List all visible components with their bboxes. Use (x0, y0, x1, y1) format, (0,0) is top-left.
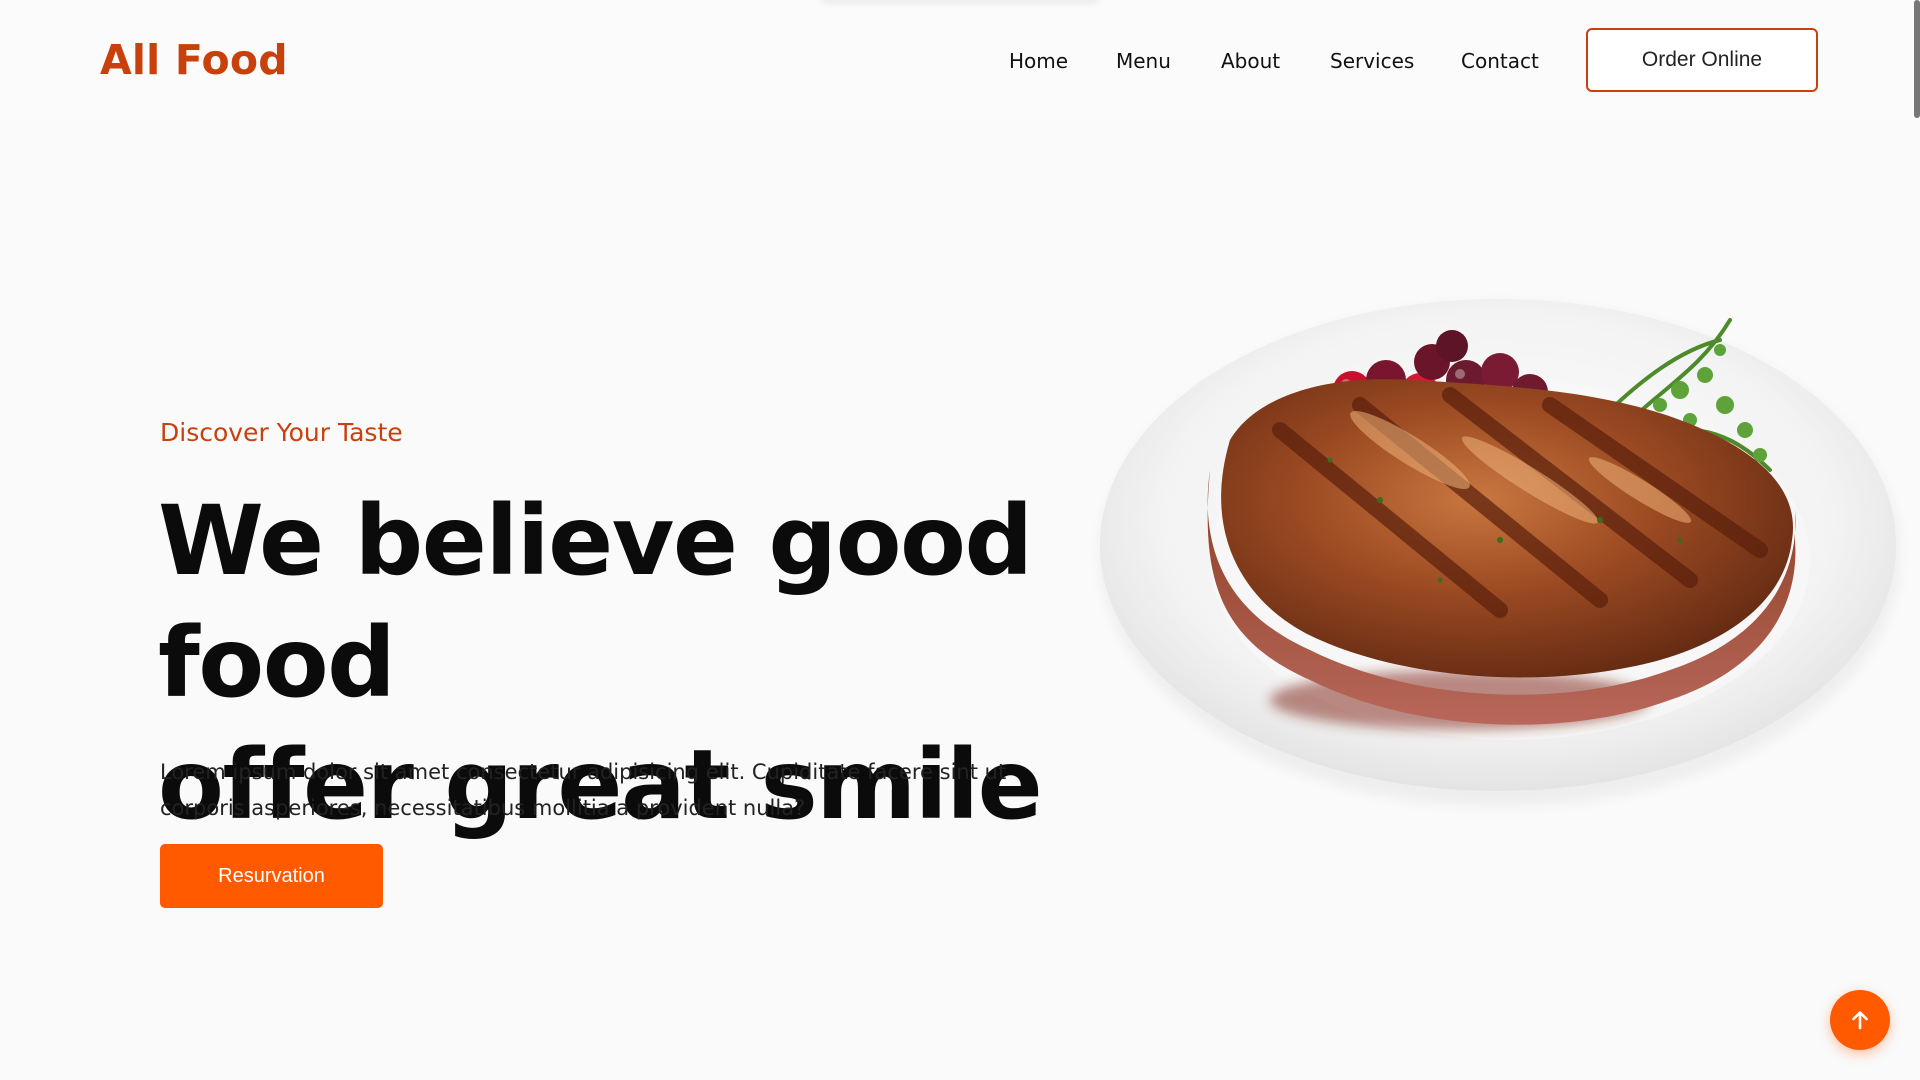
order-online-button[interactable]: Order Online (1586, 28, 1818, 92)
hero-description: Lorem ipsum dolor sit amet consectetur a… (160, 760, 1007, 820)
hero-headline-line-1: We believe good food (158, 485, 1033, 719)
nav-link-menu[interactable]: Menu (1116, 49, 1171, 73)
nav-link-services[interactable]: Services (1330, 49, 1414, 73)
steak-plate-image (1100, 299, 1900, 807)
nav-link-contact[interactable]: Contact (1461, 49, 1539, 73)
scrollbar-thumb[interactable] (1914, 0, 1920, 118)
arrow-up-icon (1852, 1011, 1868, 1030)
nav-link-about[interactable]: About (1221, 49, 1280, 73)
scroll-to-top-button[interactable] (1830, 990, 1890, 1050)
site-header: All Food Home Menu About Services Contac… (0, 0, 1920, 120)
hero-eyebrow: Discover Your Taste (160, 418, 403, 447)
reservation-button[interactable]: Resurvation (160, 844, 383, 908)
brand-logo[interactable]: All Food (100, 36, 288, 84)
nav-link-home[interactable]: Home (1009, 49, 1068, 73)
